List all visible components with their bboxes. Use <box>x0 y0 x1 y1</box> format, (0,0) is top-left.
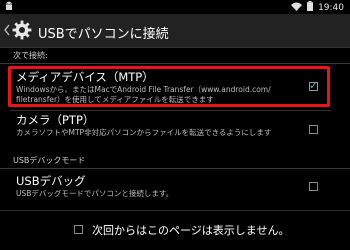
status-bar: 19:40 <box>0 0 350 14</box>
dont-show-again-row[interactable]: 次回からはこのページは表示しません。 <box>0 218 350 244</box>
pref-summary: USBデバッグモードでパソコンと接続します。 <box>16 189 174 198</box>
section-header-label: USBデバックモード <box>13 156 86 165</box>
footer-divider <box>0 210 350 211</box>
section-header-connect-as: 次で接続: <box>0 50 350 64</box>
chevron-left-icon[interactable] <box>2 22 12 38</box>
page-title: USBでパソコンに接続 <box>38 27 169 42</box>
usb-settings-gear-icon[interactable] <box>12 20 32 40</box>
dont-show-again-label: 次回からはこのページは表示しません。 <box>92 224 290 237</box>
action-bar: USBでパソコンに接続 <box>0 14 350 48</box>
section-header-usb-debug: USBデバックモード <box>0 155 350 169</box>
ptp-checkbox[interactable] <box>309 125 318 134</box>
section-divider <box>0 63 350 64</box>
pref-summary: カメラソフトやMTP非対応パソコンからファイルを転送できるようにします <box>16 128 272 137</box>
dont-show-again-checkbox[interactable] <box>74 225 83 234</box>
section-divider <box>0 168 350 169</box>
pref-title: USBデバッグ <box>16 174 86 188</box>
pref-item-usb-debugging[interactable]: USBデバッグ USBデバッグモードでパソコンと接続します。 <box>10 174 328 204</box>
battery-icon <box>307 1 314 14</box>
clock-time: 19:40 <box>318 2 344 13</box>
section-header-label: 次で接続: <box>13 51 48 60</box>
highlight-frame <box>8 66 330 107</box>
pref-item-ptp[interactable]: カメラ（PTP） カメラソフトやMTP非対応パソコンからファイルを転送できるよう… <box>10 113 328 147</box>
usb-debugging-checkbox[interactable] <box>309 182 318 191</box>
pref-title: カメラ（PTP） <box>16 113 95 127</box>
android-icon <box>4 1 14 15</box>
wifi-icon <box>291 2 303 14</box>
list-divider <box>10 110 330 111</box>
